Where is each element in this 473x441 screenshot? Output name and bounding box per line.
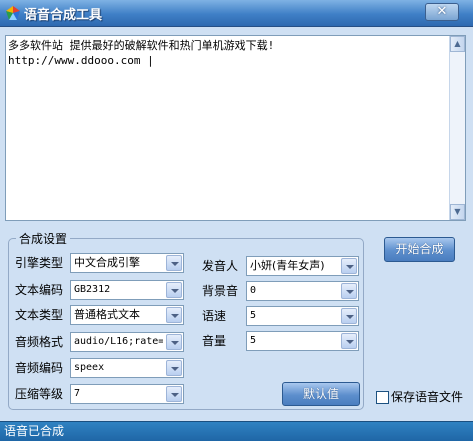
window-title: 语音合成工具 bbox=[24, 8, 103, 23]
text-encoding-select[interactable]: GB2312 bbox=[70, 280, 184, 300]
text-input-area[interactable]: 多多软件站 提供最好的破解软件和热门单机游戏下载! http://www.ddo… bbox=[5, 35, 466, 221]
audio-format-label: 音频格式 bbox=[15, 335, 64, 349]
text-encoding-label: 文本编码 bbox=[15, 283, 64, 297]
vertical-scrollbar[interactable]: ▲ ▼ bbox=[449, 36, 465, 220]
audio-format-select[interactable]: audio/L16;rate= bbox=[70, 332, 184, 352]
main-window: 语音合成工具 ✕ 多多软件站 提供最好的破解软件和热门单机游戏下载! http:… bbox=[0, 0, 473, 441]
background-sound-value: 0 bbox=[250, 285, 257, 296]
close-icon: ✕ bbox=[436, 4, 448, 19]
compression-level-value: 7 bbox=[74, 388, 81, 399]
chevron-down-icon[interactable] bbox=[341, 308, 357, 324]
speaker-label: 发音人 bbox=[202, 259, 239, 273]
save-audio-checkbox[interactable] bbox=[376, 391, 389, 404]
scroll-down-arrow-icon[interactable]: ▼ bbox=[450, 204, 465, 220]
compression-level-label: 压缩等级 bbox=[15, 387, 64, 401]
text-type-value: 普通格式文本 bbox=[74, 308, 140, 321]
chevron-down-icon[interactable] bbox=[166, 360, 182, 376]
status-text: 语音已合成 bbox=[4, 424, 65, 438]
engine-type-value: 中文合成引擎 bbox=[74, 256, 140, 269]
scroll-up-arrow-icon[interactable]: ▲ bbox=[450, 36, 465, 52]
speed-value: 5 bbox=[250, 310, 257, 321]
background-sound-label: 背景音 bbox=[202, 284, 239, 298]
volume-value: 5 bbox=[250, 335, 257, 346]
settings-group-title: 合成设置 bbox=[16, 230, 71, 247]
save-audio-label[interactable]: 保存语音文件 bbox=[391, 389, 463, 405]
speaker-value: 小妍(青年女声) bbox=[250, 259, 325, 272]
audio-codec-value: speex bbox=[74, 362, 105, 373]
close-button[interactable]: ✕ bbox=[425, 3, 459, 21]
compression-level-select[interactable]: 7 bbox=[70, 384, 184, 404]
engine-type-select[interactable]: 中文合成引擎 bbox=[70, 253, 184, 273]
chevron-down-icon[interactable] bbox=[166, 334, 182, 350]
chevron-down-icon[interactable] bbox=[341, 283, 357, 299]
audio-codec-label: 音频编码 bbox=[15, 361, 64, 375]
text-type-label: 文本类型 bbox=[15, 308, 64, 322]
default-values-button[interactable]: 默认值 bbox=[282, 382, 360, 406]
app-logo-icon bbox=[6, 6, 20, 20]
audio-codec-select[interactable]: speex bbox=[70, 358, 184, 378]
chevron-down-icon[interactable] bbox=[341, 258, 357, 274]
speed-label: 语速 bbox=[202, 309, 227, 323]
status-bar: 语音已合成 bbox=[0, 421, 473, 441]
start-synthesis-button[interactable]: 开始合成 bbox=[384, 237, 455, 262]
chevron-down-icon[interactable] bbox=[166, 307, 182, 323]
speaker-select[interactable]: 小妍(青年女声) bbox=[246, 256, 359, 276]
text-encoding-value: GB2312 bbox=[74, 284, 111, 295]
title-bar[interactable]: 语音合成工具 ✕ bbox=[0, 0, 473, 27]
background-sound-select[interactable]: 0 bbox=[246, 281, 359, 301]
chevron-down-icon[interactable] bbox=[166, 255, 182, 271]
audio-format-value: audio/L16;rate= bbox=[74, 336, 163, 347]
chevron-down-icon[interactable] bbox=[166, 282, 182, 298]
chevron-down-icon[interactable] bbox=[341, 333, 357, 349]
volume-select[interactable]: 5 bbox=[246, 331, 359, 351]
volume-label: 音量 bbox=[202, 334, 227, 348]
text-type-select[interactable]: 普通格式文本 bbox=[70, 305, 184, 325]
chevron-down-icon[interactable] bbox=[166, 386, 182, 402]
speed-select[interactable]: 5 bbox=[246, 306, 359, 326]
engine-type-label: 引擎类型 bbox=[15, 256, 64, 270]
